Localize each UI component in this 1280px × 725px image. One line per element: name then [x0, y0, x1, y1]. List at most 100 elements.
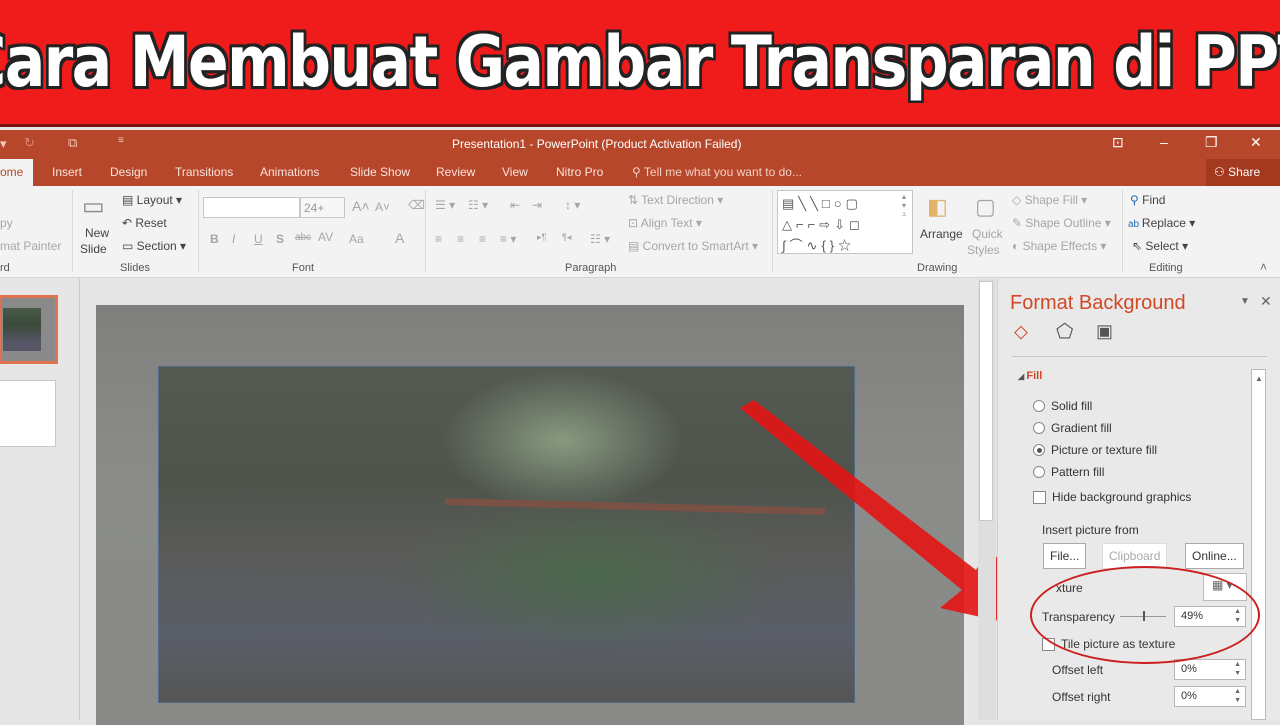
- tab-review[interactable]: Review: [436, 165, 475, 179]
- customize-toolbar-icon[interactable]: ≡: [118, 135, 124, 146]
- ltr-icon[interactable]: ▸¶: [537, 232, 546, 243]
- editing-group-label: Editing: [1149, 262, 1183, 274]
- copy-button[interactable]: py: [0, 216, 13, 230]
- start-slideshow-icon[interactable]: ⧉: [68, 135, 77, 151]
- slide-thumbnail-2[interactable]: [0, 380, 56, 447]
- radio-button[interactable]: [1033, 466, 1045, 478]
- fill-section-header[interactable]: ◢ Fill: [1018, 370, 1042, 382]
- gradient-fill-option[interactable]: Gradient fill: [1033, 421, 1112, 435]
- pattern-fill-option[interactable]: Pattern fill: [1033, 465, 1104, 479]
- tab-slide-show[interactable]: Slide Show: [350, 165, 410, 179]
- tab-insert[interactable]: Insert: [52, 165, 82, 179]
- solid-fill-option[interactable]: Solid fill: [1033, 399, 1092, 413]
- numbering-icon[interactable]: ☷ ▾: [468, 198, 488, 212]
- pane-close-icon[interactable]: ✕: [1260, 293, 1272, 310]
- file-button[interactable]: File...: [1043, 543, 1087, 569]
- fill-tab-icon[interactable]: ⬦: [1014, 321, 1028, 344]
- share-button[interactable]: ⚇ Share: [1206, 159, 1280, 186]
- smartart-button[interactable]: ▤ Convert to SmartArt ▾: [628, 239, 758, 253]
- close-icon[interactable]: ✕: [1250, 134, 1262, 151]
- shrink-font-icon[interactable]: A˅: [375, 200, 390, 214]
- redo-icon[interactable]: ↻: [24, 135, 35, 151]
- bold-button[interactable]: B: [210, 232, 219, 246]
- picture-fill-option[interactable]: Picture or texture fill: [1033, 443, 1157, 457]
- restore-icon[interactable]: ❐: [1205, 134, 1218, 151]
- ribbon: py mat Painter rd ▭ New Slide ▤ Layout ▾…: [0, 186, 1280, 278]
- find-button[interactable]: ⚲ Find: [1130, 193, 1165, 207]
- italic-button[interactable]: I: [232, 232, 235, 246]
- grow-font-icon[interactable]: A˄: [352, 198, 370, 214]
- align-left-icon[interactable]: ≡: [435, 232, 442, 246]
- select-button[interactable]: ⇖ Select ▾: [1132, 239, 1188, 253]
- clear-format-icon[interactable]: ⌫: [408, 198, 425, 212]
- scroll-up-icon[interactable]: ▲: [1252, 374, 1263, 383]
- new-slide-label[interactable]: New: [85, 226, 109, 240]
- format-painter-button[interactable]: mat Painter: [0, 239, 61, 253]
- align-center-icon[interactable]: ≡: [457, 232, 464, 246]
- tab-nitro-pro[interactable]: Nitro Pro: [556, 165, 603, 179]
- layout-button[interactable]: ▤ Layout ▾: [122, 193, 182, 207]
- new-slide-icon[interactable]: ▭: [82, 192, 105, 221]
- decrease-indent-icon[interactable]: ⇤: [510, 198, 520, 212]
- pane-options-icon[interactable]: ▼: [1240, 296, 1250, 307]
- minimize-icon[interactable]: –: [1160, 134, 1168, 150]
- slide-vertical-scrollbar[interactable]: [978, 279, 996, 720]
- reset-button[interactable]: ↶ Reset: [122, 216, 167, 230]
- font-name-input[interactable]: [203, 197, 300, 218]
- new-slide-label-2[interactable]: Slide: [80, 242, 107, 256]
- online-button[interactable]: Online...: [1185, 543, 1244, 569]
- increase-indent-icon[interactable]: ⇥: [532, 198, 542, 212]
- undo-dropdown-icon[interactable]: ▾: [0, 136, 7, 152]
- bullets-icon[interactable]: ☰ ▾: [435, 198, 455, 212]
- shapes-gallery[interactable]: ▤╲╲□○▢ △⌐⌐⇨⇩◻ ∫⌒∿{}☆: [777, 190, 913, 254]
- replace-button[interactable]: ab Replace ▾: [1128, 216, 1195, 230]
- change-case-button[interactable]: Aa: [349, 232, 364, 246]
- shadow-button[interactable]: S: [276, 232, 284, 246]
- quick-styles-label[interactable]: Quick: [972, 227, 1003, 241]
- shape-outline-button[interactable]: ✎ Shape Outline ▾: [1012, 216, 1111, 230]
- tab-view[interactable]: View: [502, 165, 528, 179]
- tell-me-box[interactable]: ⚲ Tell me what you want to do...: [632, 165, 802, 179]
- offset-right-input[interactable]: 0% ▲ ▼: [1174, 686, 1246, 707]
- tab-design[interactable]: Design: [110, 165, 147, 179]
- radio-button-selected[interactable]: [1033, 444, 1045, 456]
- columns-icon[interactable]: ☷ ▾: [590, 232, 610, 246]
- justify-icon[interactable]: ≡ ▾: [500, 232, 516, 246]
- font-size-input[interactable]: 24+: [300, 197, 345, 218]
- picture-tab-icon[interactable]: ▣: [1096, 321, 1113, 342]
- tab-home[interactable]: ome: [0, 159, 34, 186]
- strikethrough-button[interactable]: abc: [295, 232, 311, 243]
- underline-button[interactable]: U: [254, 232, 263, 246]
- shape-effects-button[interactable]: ◐ Shape Effects ▾: [1012, 239, 1106, 253]
- text-direction-button[interactable]: ⇅ Text Direction ▾: [628, 193, 723, 207]
- hide-bg-graphics-option[interactable]: Hide background graphics: [1033, 490, 1191, 504]
- tab-transitions[interactable]: Transitions: [175, 165, 233, 179]
- section-button[interactable]: ▭ Section ▾: [122, 239, 186, 253]
- arrange-button[interactable]: Arrange: [920, 227, 963, 241]
- scroll-thumb[interactable]: [979, 281, 993, 521]
- quick-styles-icon[interactable]: ▢: [975, 194, 996, 220]
- slide-thumbnail-1[interactable]: [0, 295, 58, 364]
- effects-tab-icon[interactable]: ⬠: [1056, 319, 1073, 344]
- font-color-button[interactable]: A: [395, 230, 404, 246]
- arrange-icon[interactable]: ◧: [927, 194, 948, 220]
- clipboard-button[interactable]: Clipboard: [1102, 543, 1168, 569]
- spinner-arrows-icon[interactable]: ▲ ▼: [1234, 660, 1241, 678]
- quick-styles-label-2[interactable]: Styles: [967, 243, 1000, 257]
- char-spacing-button[interactable]: AV: [318, 230, 333, 244]
- checkbox[interactable]: [1033, 490, 1046, 504]
- offset-left-input[interactable]: 0% ▲ ▼: [1174, 659, 1246, 680]
- radio-button[interactable]: [1033, 400, 1045, 412]
- gallery-scroll-icon[interactable]: ▴ ▾ ⩡: [902, 192, 907, 220]
- radio-button[interactable]: [1033, 422, 1045, 434]
- align-text-button[interactable]: ⊡ Align Text ▾: [628, 216, 702, 230]
- spinner-arrows-icon[interactable]: ▲ ▼: [1234, 687, 1241, 705]
- collapse-ribbon-icon[interactable]: ˄: [1260, 260, 1267, 274]
- line-spacing-icon[interactable]: ↕ ▾: [565, 198, 580, 212]
- rtl-icon[interactable]: ¶◂: [562, 232, 571, 243]
- tab-animations[interactable]: Animations: [260, 165, 319, 179]
- align-right-icon[interactable]: ≡: [479, 232, 486, 246]
- ribbon-display-icon[interactable]: ⊡: [1112, 134, 1124, 151]
- pane-scrollbar[interactable]: ▲: [1251, 369, 1266, 720]
- shape-fill-button[interactable]: ◇ Shape Fill ▾: [1012, 193, 1087, 207]
